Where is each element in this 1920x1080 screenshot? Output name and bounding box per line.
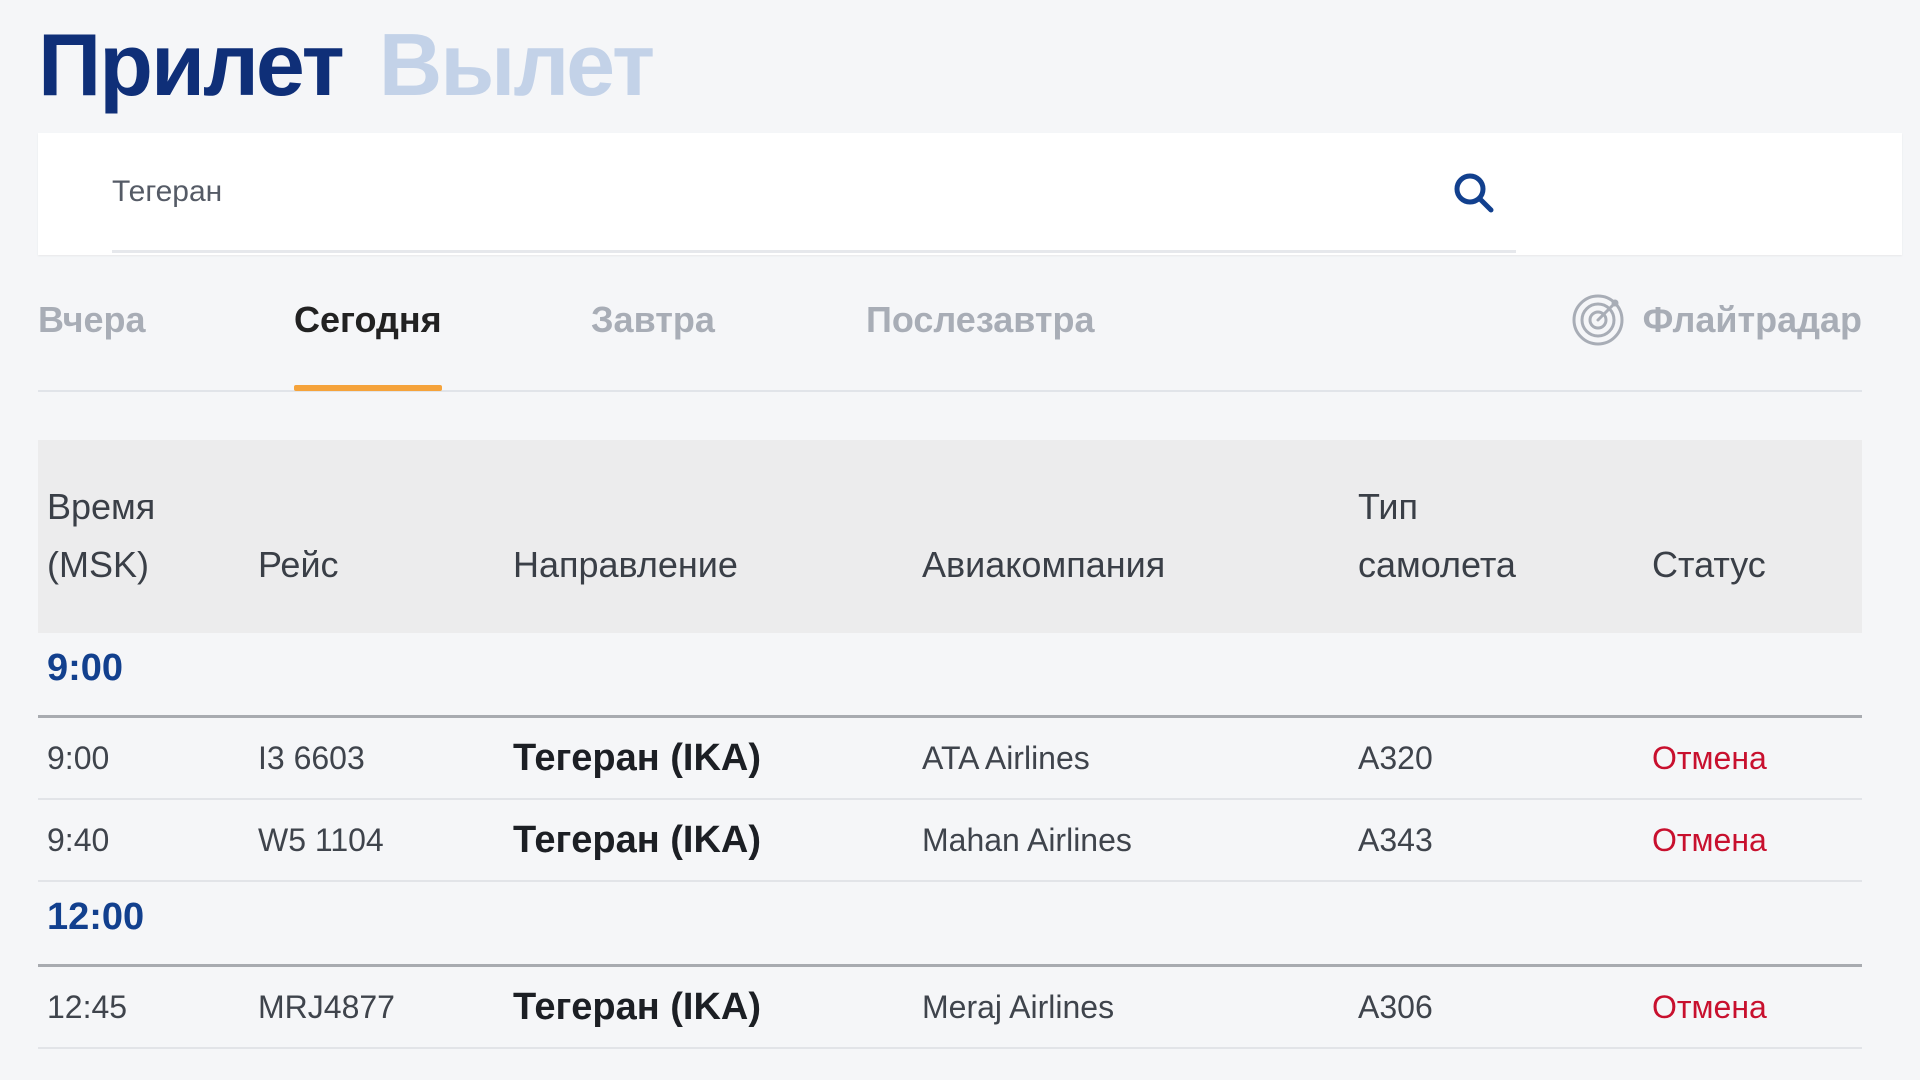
cell-flight: I3 6603: [258, 740, 365, 776]
cell-status: Отмена: [1652, 989, 1767, 1025]
column-header-flight: Рейс: [258, 544, 339, 585]
cell-airline: Mahan Airlines: [922, 822, 1132, 858]
tab-tomorrow[interactable]: Завтра: [591, 290, 715, 390]
direction-tabs: Прилет Вылет: [38, 10, 689, 120]
cell-status: Отмена: [1652, 740, 1767, 776]
cell-aircraft: A306: [1358, 989, 1433, 1025]
cell-status: Отмена: [1652, 822, 1767, 858]
time-group-label: 9:00: [47, 647, 124, 689]
cell-time: 9:40: [47, 822, 110, 858]
cell-time: 12:45: [47, 989, 128, 1025]
radar-icon: [1572, 294, 1624, 346]
column-header-aircraft-line1: Тип: [1358, 486, 1419, 527]
cell-airline: Meraj Airlines: [922, 989, 1115, 1025]
time-group-header: 12:00: [38, 882, 1862, 967]
cell-aircraft: A343: [1358, 822, 1433, 858]
flightradar-label: Флайтрадар: [1642, 299, 1862, 340]
time-group-label: 12:00: [47, 896, 145, 938]
cell-direction: Тегеран (IKA): [513, 737, 762, 779]
tab-day-after-tomorrow[interactable]: Послезавтра: [866, 290, 1095, 390]
search-input[interactable]: [112, 133, 1516, 253]
tab-today[interactable]: Сегодня: [294, 290, 442, 391]
table-row[interactable]: 12:45 MRJ4877 Тегеран (IKA) Meraj Airlin…: [38, 967, 1862, 1049]
cell-airline: ATA Airlines: [922, 740, 1090, 776]
tab-departures[interactable]: Вылет: [379, 14, 655, 116]
cell-aircraft: A320: [1358, 740, 1433, 776]
column-header-aircraft-line2: самолета: [1358, 544, 1516, 585]
column-header-aircraft: Тип самолета: [1358, 478, 1516, 594]
cell-time: 9:00: [47, 740, 110, 776]
table-header: Время (MSK) Рейс Направление Авиакомпани…: [38, 440, 1862, 633]
cell-direction: Тегеран (IKA): [513, 986, 762, 1028]
flight-board-page: Прилет Вылет Вчера Сегодня Завтра Послез…: [0, 0, 1920, 1080]
tab-arrivals[interactable]: Прилет: [38, 14, 345, 116]
column-header-time-line2: (MSK): [47, 544, 149, 585]
cell-direction: Тегеран (IKA): [513, 819, 762, 861]
search-box: [38, 133, 1902, 255]
search-icon[interactable]: [1450, 169, 1498, 217]
column-header-airline: Авиакомпания: [922, 544, 1166, 585]
cell-flight: W5 1104: [258, 822, 384, 858]
column-header-time-line1: Время: [47, 486, 156, 527]
day-tabs: Вчера Сегодня Завтра Послезавтра Флайтра…: [38, 290, 1862, 392]
tab-yesterday[interactable]: Вчера: [38, 290, 146, 390]
column-header-status: Статус: [1652, 544, 1766, 585]
column-header-time: Время (MSK): [47, 478, 155, 594]
flightradar-link[interactable]: Флайтрадар: [1571, 290, 1862, 350]
table-row[interactable]: 9:00 I3 6603 Тегеран (IKA) ATA Airlines …: [38, 718, 1862, 800]
table-row[interactable]: 9:40 W5 1104 Тегеран (IKA) Mahan Airline…: [38, 800, 1862, 882]
cell-flight: MRJ4877: [258, 989, 395, 1025]
active-tab-underline: [294, 385, 442, 391]
tab-today-label: Сегодня: [294, 299, 442, 340]
time-group-header: 9:00: [38, 633, 1862, 718]
column-header-direction: Направление: [513, 544, 738, 585]
flights-table: Время (MSK) Рейс Направление Авиакомпани…: [38, 440, 1862, 1049]
